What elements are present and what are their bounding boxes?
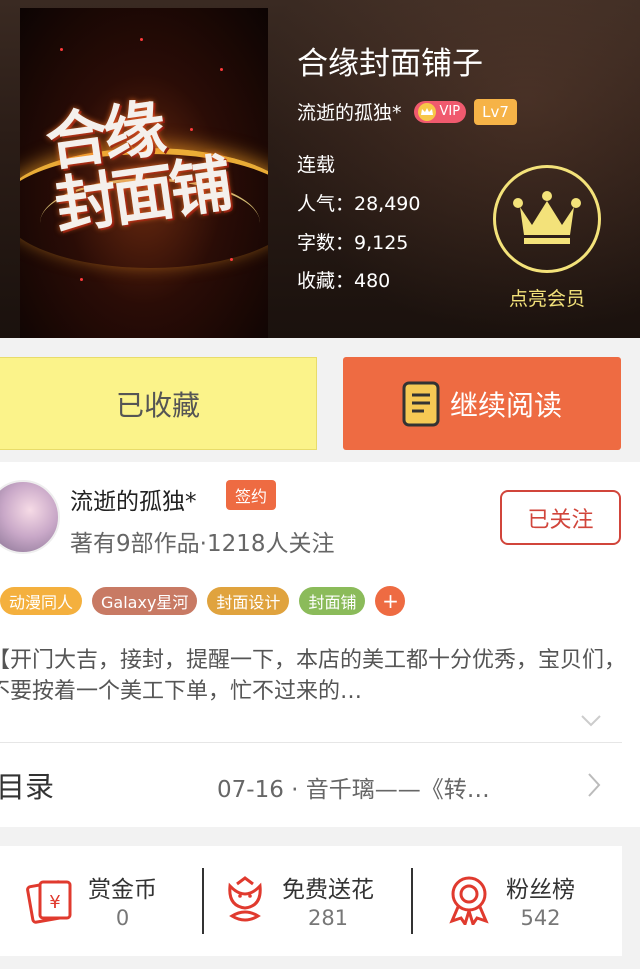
- book-header: 合缘 封面铺 合缘封面铺子 流逝的孤独* VIP Lv7 连载 人气：28,49…: [0, 0, 640, 338]
- avatar[interactable]: [0, 480, 60, 554]
- divider: [0, 742, 622, 743]
- stat-label: 赏金币: [88, 877, 157, 903]
- tag-item[interactable]: 动漫同人: [0, 587, 83, 615]
- stat-divider: [411, 868, 413, 934]
- tag-item[interactable]: 封面铺: [299, 587, 366, 615]
- crown-icon: [513, 191, 581, 244]
- book-icon: [402, 381, 440, 426]
- continue-reading-label: 继续阅读: [449, 388, 562, 422]
- tag-item[interactable]: 封面设计: [207, 587, 290, 615]
- tag-list: 动漫同人 Galaxy星河 封面设计 封面铺 +: [0, 586, 406, 616]
- fan-ranking-stat[interactable]: 粉丝榜 542: [446, 860, 575, 940]
- member-button[interactable]: [493, 165, 601, 273]
- free-flower-stat[interactable]: 免费送花 281: [222, 860, 374, 940]
- book-favorites: 收藏：480: [297, 270, 391, 292]
- author-works-followers: 著有9部作品·1218人关注: [70, 531, 335, 557]
- continue-reading-button[interactable]: 继续阅读: [343, 357, 621, 450]
- level-badge: Lv7: [474, 98, 517, 125]
- collected-button[interactable]: 已收藏: [0, 357, 317, 450]
- crown-icon: [417, 102, 436, 121]
- book-word-count: 字数：9,125: [297, 232, 409, 254]
- svg-text:¥: ¥: [49, 892, 60, 913]
- medal-icon: [449, 876, 489, 925]
- add-tag-button[interactable]: +: [375, 586, 406, 616]
- author-row[interactable]: 流逝的孤独* VIP Lv7: [297, 98, 517, 125]
- stat-value: 0: [115, 906, 130, 930]
- book-status: 连载: [297, 154, 336, 176]
- flower-icon: [228, 876, 262, 922]
- chevron-down-icon[interactable]: [580, 714, 602, 728]
- cover-title-art: 合缘 封面铺: [41, 91, 233, 244]
- author-name[interactable]: 流逝的孤独*: [297, 98, 402, 125]
- stat-label: 粉丝榜: [506, 877, 575, 903]
- reward-coins-stat[interactable]: ¥ 赏金币 0: [26, 860, 157, 940]
- book-description[interactable]: 【开门大吉，接封，提醒一下，本店的美工都十分优秀，宝贝们，不要按着一个美工下单，…: [0, 645, 628, 707]
- tag-item[interactable]: Galaxy星河: [92, 587, 198, 615]
- follow-button[interactable]: 已关注: [500, 490, 621, 545]
- stats-bar: ¥ 赏金币 0 免费送花 281 粉丝榜 542: [0, 846, 622, 956]
- author-card: 流逝的孤独* 签约 著有9部作品·1218人关注 已关注 动漫同人 Galaxy…: [0, 462, 640, 827]
- member-label[interactable]: 点亮会员: [490, 284, 604, 311]
- vip-badge: VIP: [413, 100, 467, 123]
- chevron-right-icon[interactable]: [587, 772, 601, 798]
- stat-label: 免费送花: [282, 877, 374, 903]
- red-envelope-icon: ¥: [26, 880, 72, 924]
- book-popularity: 人气：28,490: [297, 193, 421, 215]
- author-card-name[interactable]: 流逝的孤独*: [70, 482, 197, 516]
- toc-latest-chapter[interactable]: 07-16 · 音千璃——《转…: [217, 770, 490, 804]
- book-cover[interactable]: 合缘 封面铺: [20, 8, 268, 338]
- stat-value: 281: [307, 906, 349, 930]
- stat-divider: [202, 868, 204, 934]
- toc-label[interactable]: 目录: [0, 764, 54, 806]
- stat-value: 542: [520, 906, 561, 930]
- book-title: 合缘封面铺子: [297, 46, 483, 82]
- signed-badge: 签约: [226, 480, 277, 510]
